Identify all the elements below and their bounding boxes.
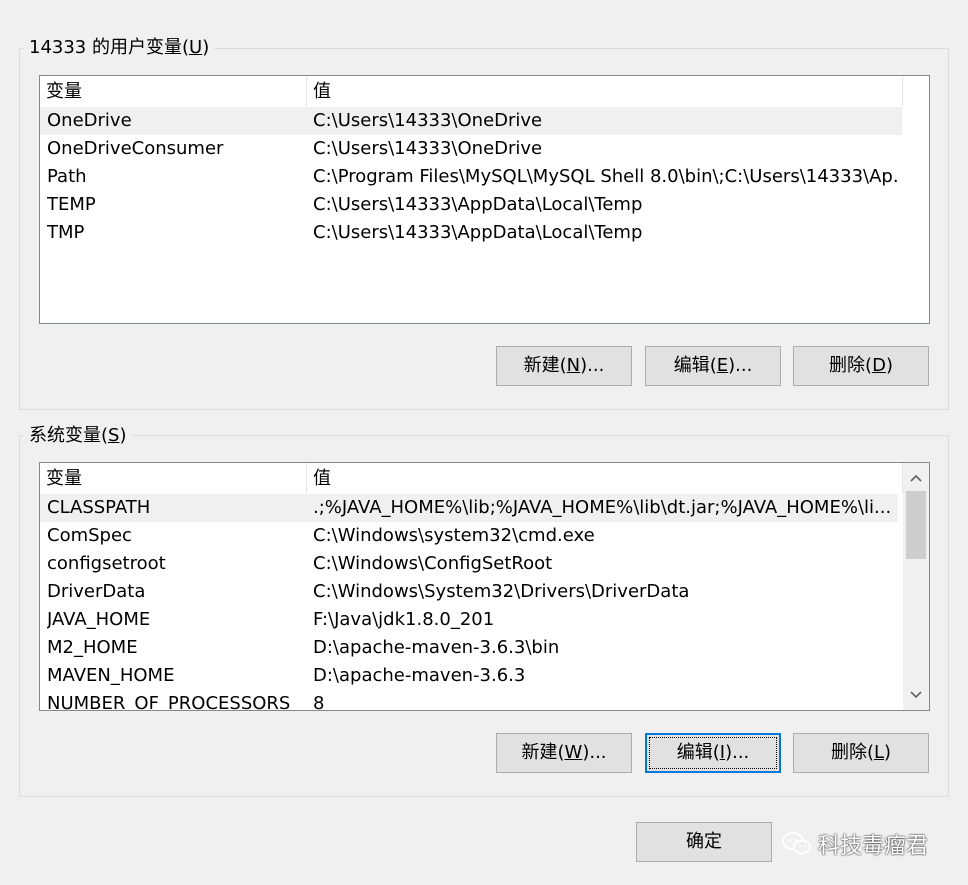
- user-new-button[interactable]: 新建(N)...: [496, 346, 632, 386]
- system-vars-list-header: 变量 值: [40, 463, 903, 493]
- table-row[interactable]: Path C:\Program Files\MySQL\MySQL Shell 8…: [40, 163, 902, 191]
- variable-value: C:\Users\14333\OneDrive: [313, 110, 543, 131]
- table-row[interactable]: JAVA_HOME F:\Java\jdk1.8.0_201: [40, 606, 898, 634]
- variable-name: Path: [47, 166, 87, 187]
- table-row[interactable]: OneDriveConsumer C:\Users\14333\OneDrive: [40, 135, 902, 163]
- variable-name: M2_HOME: [47, 637, 138, 658]
- variable-value: C:\Users\14333\AppData\Local\Temp: [313, 222, 643, 243]
- variable-value: D:\apache-maven-3.6.3\bin: [313, 637, 560, 658]
- variable-value: 8: [313, 693, 325, 711]
- watermark-text: 科技毒瘤君: [818, 834, 929, 859]
- variable-name: ComSpec: [47, 525, 132, 546]
- user-vars-group-title: 14333 的用户变量(U): [24, 37, 215, 59]
- user-vars-list-header: 变量 值: [40, 76, 929, 106]
- chevron-down-icon[interactable]: [903, 682, 929, 708]
- variable-value: C:\Windows\ConfigSetRoot: [313, 553, 553, 574]
- column-header-variable[interactable]: 变量: [40, 76, 307, 106]
- system-new-button[interactable]: 新建(W)...: [496, 733, 632, 773]
- variable-name: TMP: [47, 222, 85, 243]
- variable-name: configsetroot: [47, 553, 166, 574]
- variable-value: C:\Users\14333\AppData\Local\Temp: [313, 194, 643, 215]
- variable-value: C:\Windows\system32\cmd.exe: [313, 525, 595, 546]
- chevron-up-icon[interactable]: [903, 465, 929, 491]
- table-row[interactable]: MAVEN_HOME D:\apache-maven-3.6.3: [40, 662, 898, 690]
- variable-name: CLASSPATH: [47, 497, 151, 518]
- table-row[interactable]: ComSpec C:\Windows\system32\cmd.exe: [40, 522, 898, 550]
- variable-name: TEMP: [47, 194, 96, 215]
- column-header-value[interactable]: 值: [307, 76, 903, 106]
- variable-value: C:\Windows\System32\Drivers\DriverData: [313, 581, 690, 602]
- table-row[interactable]: DriverData C:\Windows\System32\Drivers\Dr…: [40, 578, 898, 606]
- system-vars-group-title: 系统变量(S): [24, 425, 132, 447]
- variable-value: C:\Program Files\MySQL\MySQL Shell 8.0\b…: [313, 166, 898, 187]
- column-header-variable[interactable]: 变量: [40, 463, 307, 493]
- variable-value: D:\apache-maven-3.6.3: [313, 665, 526, 686]
- table-row[interactable]: M2_HOME D:\apache-maven-3.6.3\bin: [40, 634, 898, 662]
- table-row[interactable]: TMP C:\Users\14333\AppData\Local\Temp: [40, 219, 902, 247]
- variable-name: JAVA_HOME: [47, 609, 151, 630]
- watermark: 科技毒瘤君: [782, 826, 928, 862]
- user-edit-button[interactable]: 编辑(E)...: [645, 346, 781, 386]
- table-row[interactable]: OneDrive C:\Users\14333\OneDrive: [40, 107, 902, 135]
- variable-value: .;%JAVA_HOME%\lib;%JAVA_HOME%\lib\dt.jar…: [313, 497, 892, 518]
- table-row[interactable]: configsetroot C:\Windows\ConfigSetRoot: [40, 550, 898, 578]
- system-vars-list[interactable]: 变量 值 CLASSPATH .;%JAVA_HOME%\lib;%JAVA_HO…: [39, 462, 930, 711]
- system-edit-button[interactable]: 编辑(I)...: [645, 733, 781, 773]
- variable-name: NUMBER_OF_PROCESSORS: [47, 693, 291, 711]
- table-row[interactable]: NUMBER_OF_PROCESSORS 8: [40, 690, 898, 711]
- column-header-value[interactable]: 值: [307, 463, 903, 493]
- variable-name: OneDrive: [47, 110, 132, 131]
- wechat-icon: [782, 831, 812, 857]
- ok-button[interactable]: 确定: [636, 822, 772, 862]
- variable-value: F:\Java\jdk1.8.0_201: [313, 609, 495, 630]
- user-delete-button[interactable]: 删除(D): [793, 346, 929, 386]
- variable-value: C:\Users\14333\OneDrive: [313, 138, 543, 159]
- table-row[interactable]: TEMP C:\Users\14333\AppData\Local\Temp: [40, 191, 902, 219]
- variable-name: DriverData: [47, 581, 146, 602]
- variable-name: MAVEN_HOME: [47, 665, 175, 686]
- table-row[interactable]: CLASSPATH .;%JAVA_HOME%\lib;%JAVA_HOME%\l…: [40, 494, 898, 522]
- variable-name: OneDriveConsumer: [47, 138, 224, 159]
- scroll-thumb[interactable]: [906, 491, 926, 559]
- system-vars-scrollbar[interactable]: [903, 463, 929, 710]
- system-delete-button[interactable]: 删除(L): [793, 733, 929, 773]
- user-vars-list[interactable]: 变量 值 OneDrive C:\Users\14333\OneDrive OneD…: [39, 75, 930, 324]
